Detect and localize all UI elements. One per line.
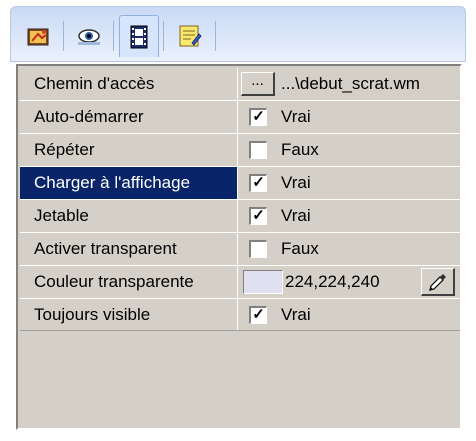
property-name[interactable]: Chemin d'accès xyxy=(20,68,238,100)
path-value: ...\debut_scrat.wm xyxy=(281,74,420,93)
value-text: Vrai xyxy=(281,305,311,324)
eye-icon xyxy=(78,29,100,45)
property-value: Faux xyxy=(239,134,460,166)
properties-window: Chemin d'accès ... ...\debut_scrat.wm Au… xyxy=(0,0,476,441)
checkbox[interactable]: ✓ xyxy=(249,174,267,192)
property-name[interactable]: Toujours visible xyxy=(20,299,238,331)
property-row-path: Chemin d'accès ... ...\debut_scrat.wm xyxy=(20,68,460,100)
property-name[interactable]: Auto-démarrer xyxy=(20,101,238,133)
tab-separator xyxy=(63,21,64,51)
property-row-transparent-color: Couleur transparente 224,224,240 xyxy=(20,266,460,298)
color-swatch[interactable] xyxy=(243,270,283,294)
color-picker-button[interactable] xyxy=(421,268,455,296)
property-name[interactable]: Charger à l'affichage xyxy=(20,167,238,199)
tab-general[interactable] xyxy=(19,15,59,57)
value-text: Vrai xyxy=(281,173,311,192)
property-row-repeat: Répéter Faux xyxy=(20,134,460,166)
property-name[interactable]: Couleur transparente xyxy=(20,266,238,298)
property-grid: Chemin d'accès ... ...\debut_scrat.wm Au… xyxy=(16,64,462,430)
property-value: ✓ Vrai xyxy=(239,167,460,199)
property-row-disposable: Jetable ✓ Vrai xyxy=(20,200,460,232)
browse-button[interactable]: ... xyxy=(241,72,275,96)
tab-notes[interactable] xyxy=(169,15,209,57)
checkbox[interactable] xyxy=(249,240,267,258)
property-grid-empty-area xyxy=(20,330,460,428)
property-row-enable-transparent: Activer transparent Faux xyxy=(20,233,460,265)
tab-video[interactable] xyxy=(119,15,159,57)
property-value: ... ...\debut_scrat.wm xyxy=(239,68,460,100)
tab-separator xyxy=(215,21,216,51)
property-name[interactable]: Activer transparent xyxy=(20,233,238,265)
property-row-autostart: Auto-démarrer ✓ Vrai xyxy=(20,101,460,133)
properties-hand-icon xyxy=(27,28,49,46)
tab-separator xyxy=(163,21,164,51)
tab-separator xyxy=(113,21,114,51)
tab-display[interactable] xyxy=(69,15,109,57)
property-value: ✓ Vrai xyxy=(239,200,460,232)
property-value: Faux xyxy=(239,233,460,265)
property-row-load-on-display: Charger à l'affichage ✓ Vrai xyxy=(20,167,460,199)
checkbox[interactable]: ✓ xyxy=(249,306,267,324)
property-name[interactable]: Jetable xyxy=(20,200,238,232)
property-name[interactable]: Répéter xyxy=(20,134,238,166)
checkbox[interactable] xyxy=(249,141,267,159)
tab-strip xyxy=(10,6,466,62)
rgb-value: 224,224,240 xyxy=(285,272,380,291)
notepad-icon xyxy=(179,25,202,47)
property-value: ✓ Vrai xyxy=(239,299,460,331)
checkbox[interactable]: ✓ xyxy=(249,108,267,126)
checkbox[interactable]: ✓ xyxy=(249,207,267,225)
property-value: ✓ Vrai xyxy=(239,101,460,133)
value-text: Vrai xyxy=(281,107,311,126)
value-text: Faux xyxy=(281,239,319,258)
film-strip-icon xyxy=(130,25,148,48)
property-value: 224,224,240 xyxy=(239,266,460,298)
value-text: Vrai xyxy=(281,206,311,225)
value-text: Faux xyxy=(281,140,319,159)
eyedropper-icon xyxy=(428,273,446,291)
property-row-always-visible: Toujours visible ✓ Vrai xyxy=(20,299,460,331)
